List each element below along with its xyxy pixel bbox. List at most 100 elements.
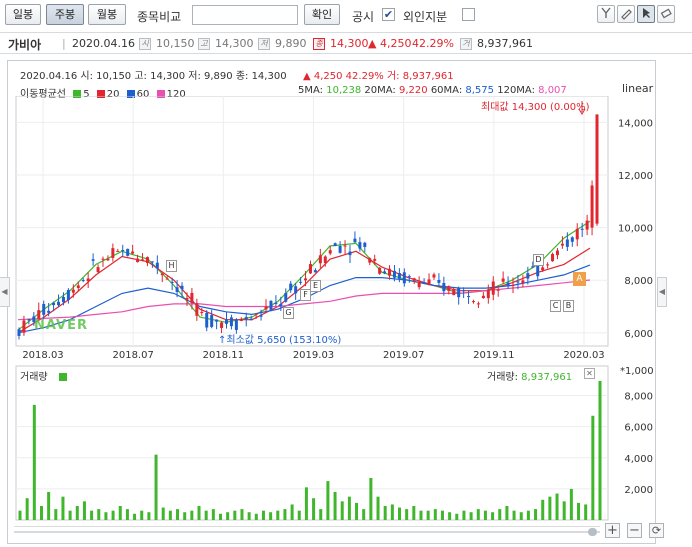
left-panel-toggle[interactable]: ◀ [0, 277, 10, 307]
price-x-tick-label: 2020.03 [563, 350, 604, 361]
zoom-in-button[interactable]: + [605, 523, 620, 538]
price-x-tick-label: 2019.03 [293, 350, 334, 361]
volume-bar [362, 509, 366, 520]
candle-body [407, 276, 411, 278]
daily-tab[interactable]: 일봉 [5, 4, 41, 25]
candle-body [244, 317, 248, 320]
candle-body [496, 289, 500, 291]
marker-d[interactable]: D [533, 254, 544, 266]
candle-body [141, 259, 145, 261]
candle-body [551, 254, 555, 262]
monthly-tab[interactable]: 월봉 [88, 4, 126, 25]
candle-body [383, 271, 387, 274]
volume-bar [519, 512, 523, 520]
confirm-button[interactable]: 확인 [304, 4, 340, 25]
scrollbar-thumb[interactable] [588, 528, 597, 536]
candle-body [22, 320, 26, 333]
candle-body [397, 273, 401, 279]
volume-bar [419, 510, 423, 520]
quote-info-bar: 가비아 | 2020.04.16 시 10,150 고 14,300 저 9,8… [0, 32, 692, 54]
volume-bar [440, 510, 444, 520]
volume-bar [125, 509, 129, 520]
volume-bar [68, 510, 72, 520]
marker-f[interactable]: F [300, 289, 311, 301]
weekly-tab[interactable]: 주봉 [46, 4, 84, 25]
candle-body [229, 317, 233, 327]
chart-quote-change: ▲ 4,250 42.29% 거: 8,937,961 [303, 71, 454, 82]
candle-body [304, 278, 308, 281]
candle-body [402, 272, 406, 284]
change-percent: 42.29% [412, 37, 454, 50]
candle-body [81, 280, 85, 282]
candle-body [160, 273, 164, 276]
volume-bar [133, 513, 137, 520]
low-badge-icon: 저 [258, 38, 270, 50]
candle-body [289, 283, 293, 291]
candle-body [91, 259, 95, 261]
candle-body [313, 270, 317, 273]
scale-toggle[interactable]: linear [622, 82, 653, 95]
volume-chart[interactable]: 8,000 6,000 4,000 2,000 [8, 364, 655, 522]
right-panel-toggle[interactable]: ◀ [657, 277, 667, 307]
candle-body [521, 280, 525, 284]
volume-bar [598, 380, 602, 520]
volume-bar [140, 510, 144, 520]
candle-body [511, 284, 515, 286]
volume-plot-area [15, 365, 609, 521]
candle-body [220, 322, 224, 328]
compare-input[interactable] [192, 5, 298, 25]
high-badge-icon: 고 [198, 38, 210, 50]
ma120-label: 120MA: [497, 85, 535, 96]
stock-name: 가비아 [8, 38, 42, 52]
high-price: 14,300 [215, 37, 254, 50]
divider: | [62, 37, 66, 50]
price-chart[interactable]: 14,000 12,000 10,000 8,000 6,000 2018.03 2018.… [8, 96, 655, 364]
min-value-text: 최소값 5,650 (153.10%) [226, 335, 342, 346]
marker-e[interactable]: E [310, 280, 321, 292]
volume-bar [25, 498, 29, 520]
marker-g[interactable]: G [283, 307, 294, 319]
marker-b[interactable]: B [563, 300, 574, 312]
chart-quote-line: 2020.04.16 시: 10,150 고: 14,300 저: 9,890 … [20, 71, 287, 82]
candle-body [269, 300, 273, 310]
candle-body [294, 286, 298, 294]
indicator-icon[interactable] [597, 5, 615, 23]
candle-body [506, 282, 510, 287]
volume-bar [448, 512, 452, 520]
candle-body [491, 281, 495, 295]
marker-h[interactable]: H [166, 260, 177, 272]
volume-bar [412, 506, 416, 520]
price-plot-area [15, 96, 609, 347]
marker-c[interactable]: C [550, 300, 561, 312]
candle-body [328, 250, 332, 254]
candle-body [516, 281, 520, 283]
candle-body [333, 243, 337, 247]
volume-bar [61, 496, 65, 520]
volume-bar [569, 488, 573, 520]
disclosure-checkbox[interactable]: ✔ [382, 8, 395, 21]
candle-body [580, 228, 584, 230]
price-y-tick-label: 12,000 [618, 171, 653, 182]
time-scrollbar[interactable] [14, 526, 600, 536]
volume-bar [254, 513, 258, 520]
candle-body [299, 281, 303, 283]
candle-body [111, 248, 115, 258]
draw-pencil-icon[interactable] [617, 5, 635, 23]
volume-bar [82, 501, 86, 520]
candle-body [76, 285, 80, 289]
marker-a[interactable]: A [573, 272, 586, 286]
volume-value: 8,937,961 [477, 37, 533, 50]
cursor-icon[interactable] [637, 5, 655, 23]
candle-body [42, 303, 46, 315]
candle-body [308, 264, 312, 274]
zoom-out-button[interactable]: − [627, 523, 642, 538]
candle-body [195, 303, 199, 316]
candle-body [52, 302, 56, 306]
candle-body [368, 258, 372, 263]
candle-body [575, 228, 579, 240]
refresh-icon[interactable]: ⟳ [649, 523, 664, 538]
candle-body [471, 301, 475, 303]
foreign-ownership-checkbox[interactable] [462, 8, 475, 21]
candle-body [17, 329, 21, 336]
eraser-icon[interactable] [657, 5, 675, 23]
